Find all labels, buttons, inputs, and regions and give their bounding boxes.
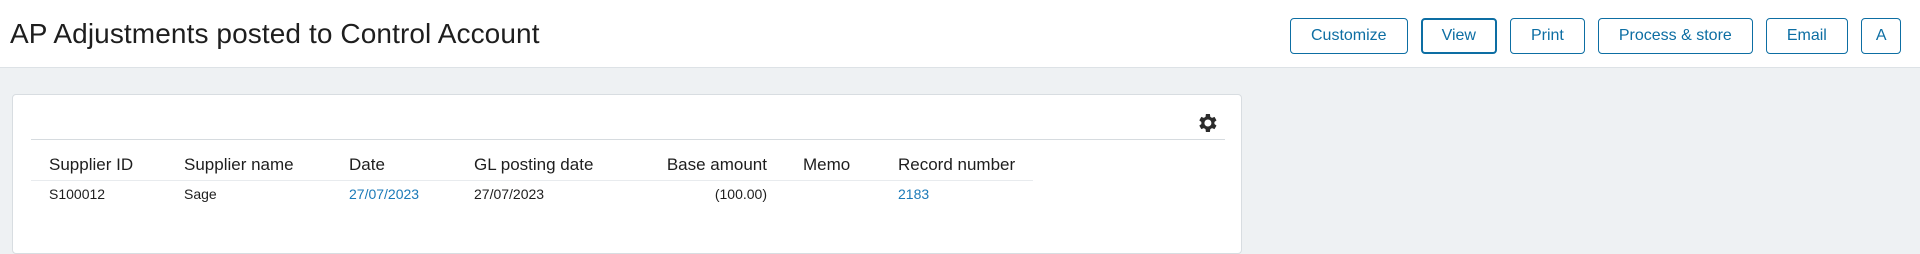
- view-button[interactable]: View: [1420, 18, 1497, 54]
- date-link[interactable]: 27/07/2023: [331, 181, 456, 207]
- page-header: AP Adjustments posted to Control Account…: [0, 0, 1920, 68]
- report-toolbar: Customize View Print Process & store Ema…: [1290, 18, 1901, 54]
- table-header-row: Supplier ID Supplier name Date GL postin…: [31, 153, 1034, 181]
- base-amount-cell: (100.00): [714, 186, 767, 202]
- supplier-name-cell: Sage: [184, 186, 217, 202]
- col-date[interactable]: Date: [331, 153, 456, 181]
- table-row: S100012 Sage 27/07/2023 27/07/2023 (100.…: [31, 181, 1033, 207]
- col-supplier-id[interactable]: Supplier ID: [31, 153, 166, 181]
- truncated-toolbar-button[interactable]: A: [1860, 18, 1901, 54]
- page-title: AP Adjustments posted to Control Account: [10, 18, 540, 49]
- col-supplier-name[interactable]: Supplier name: [166, 153, 331, 181]
- print-button[interactable]: Print: [1509, 18, 1585, 54]
- supplier-id-cell: S100012: [49, 186, 106, 202]
- col-base-amount[interactable]: Base amount: [633, 153, 785, 181]
- customize-button[interactable]: Customize: [1290, 18, 1408, 54]
- card-divider: [31, 139, 1225, 140]
- col-record-number[interactable]: Record number: [880, 153, 1034, 181]
- record-number-link[interactable]: 2183: [880, 181, 1033, 207]
- process-and-store-button[interactable]: Process & store: [1597, 18, 1753, 54]
- memo-cell: [785, 181, 880, 207]
- col-gl-posting-date[interactable]: GL posting date: [456, 153, 633, 181]
- report-table: Supplier ID Supplier name Date GL postin…: [31, 153, 1034, 207]
- gear-icon[interactable]: [1195, 111, 1219, 135]
- gl-posting-date-cell: 27/07/2023: [474, 186, 545, 202]
- report-card: Supplier ID Supplier name Date GL postin…: [12, 94, 1242, 254]
- col-memo[interactable]: Memo: [785, 153, 880, 181]
- email-button[interactable]: Email: [1765, 18, 1848, 54]
